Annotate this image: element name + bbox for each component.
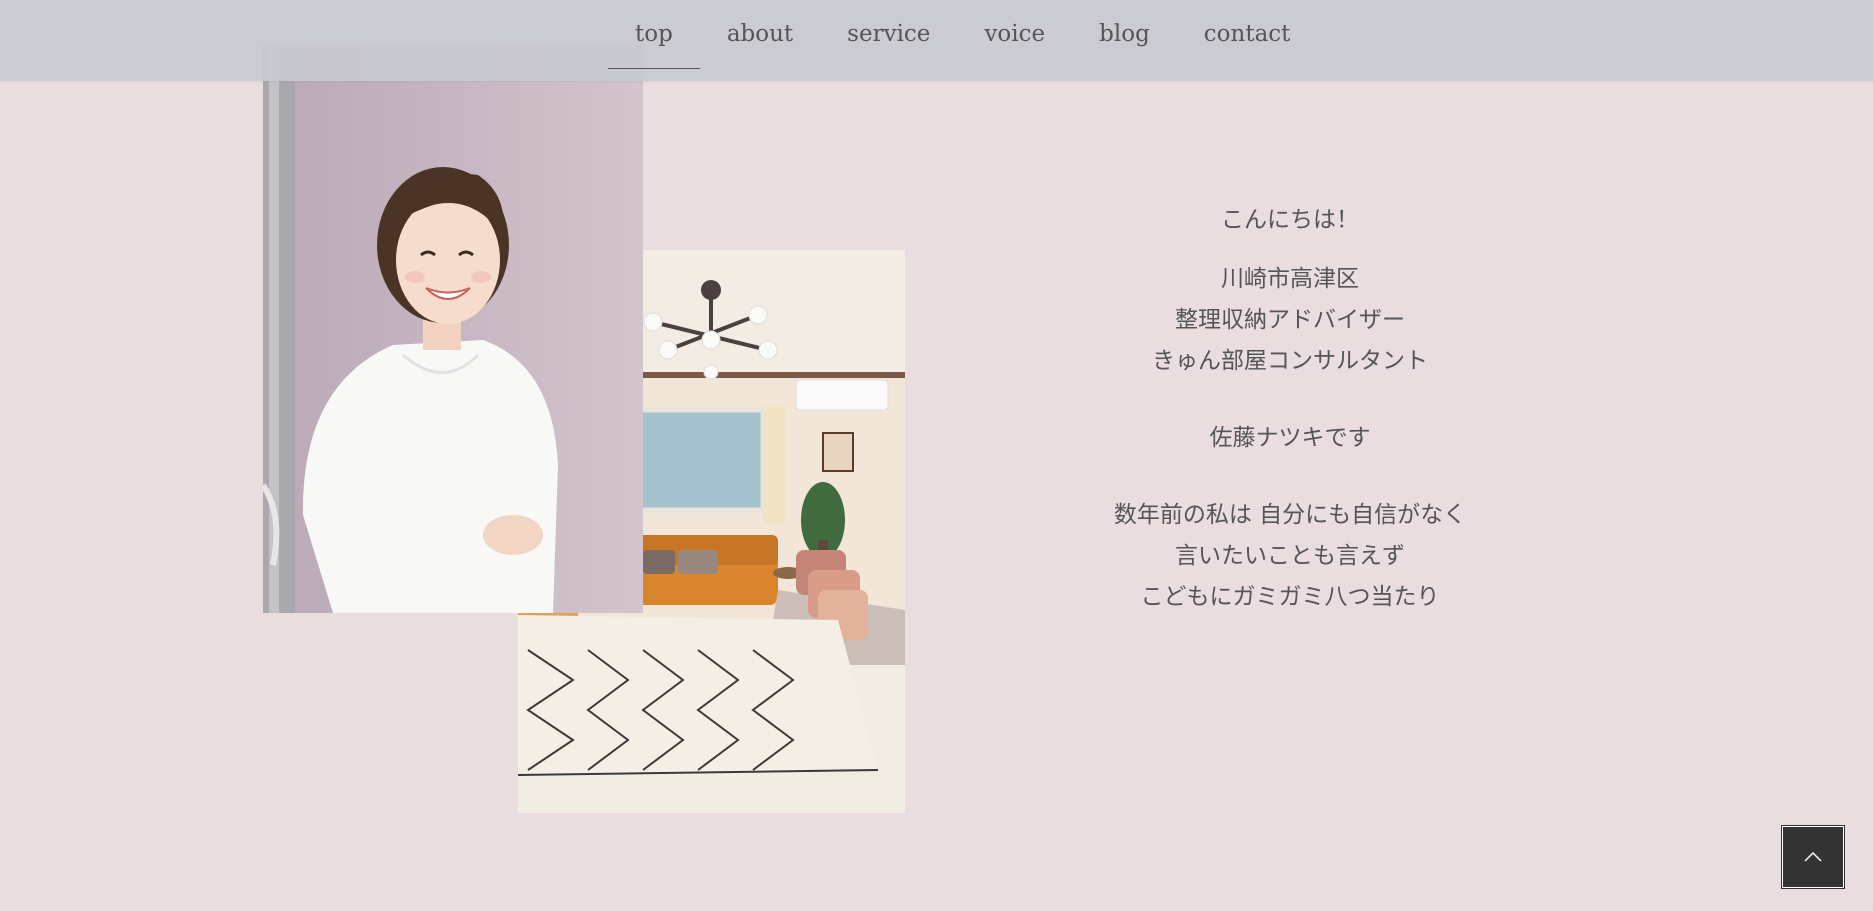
name-text: 佐藤ナツキです <box>1209 425 1371 451</box>
site-header: top about service voice blog contact <box>0 0 1873 81</box>
profile-roles: 川崎市高津区 整理収納アドバイザー きゅん部屋コンサルタント <box>1040 259 1540 382</box>
location-text: 川崎市高津区 <box>1221 266 1359 292</box>
nav-item-blog[interactable]: blog <box>1072 0 1177 69</box>
chevron-up-icon <box>1804 851 1822 862</box>
page: top about service voice blog contact こんに… <box>0 0 1873 911</box>
main-nav: top about service voice blog contact <box>608 0 1317 69</box>
nav-item-voice[interactable]: voice <box>957 0 1072 69</box>
story-text: 数年前の私は 自分にも自信がなく 言いたいことも言えず こどもにガミガミ八つ当た… <box>1040 495 1540 618</box>
story-line: こどもにガミガミ八つ当たり <box>1140 584 1440 610</box>
role-text: 整理収納アドバイザー <box>1175 307 1405 333</box>
nav-item-service[interactable]: service <box>820 0 957 69</box>
back-to-top-button[interactable] <box>1781 825 1845 889</box>
nav-item-about[interactable]: about <box>700 0 820 69</box>
profile-portrait-photo <box>263 45 643 613</box>
intro-text-block: こんにちは！ 川崎市高津区 整理収納アドバイザー きゅん部屋コンサルタント 佐藤… <box>1040 200 1540 618</box>
role-text: きゅん部屋コンサルタント <box>1152 348 1428 374</box>
nav-item-top[interactable]: top <box>608 0 700 69</box>
story-line: 言いたいことも言えず <box>1175 543 1405 569</box>
story-line: 数年前の私は 自分にも自信がなく <box>1113 502 1467 528</box>
nav-item-contact[interactable]: contact <box>1177 0 1318 69</box>
greeting: こんにちは！ <box>1221 207 1359 233</box>
